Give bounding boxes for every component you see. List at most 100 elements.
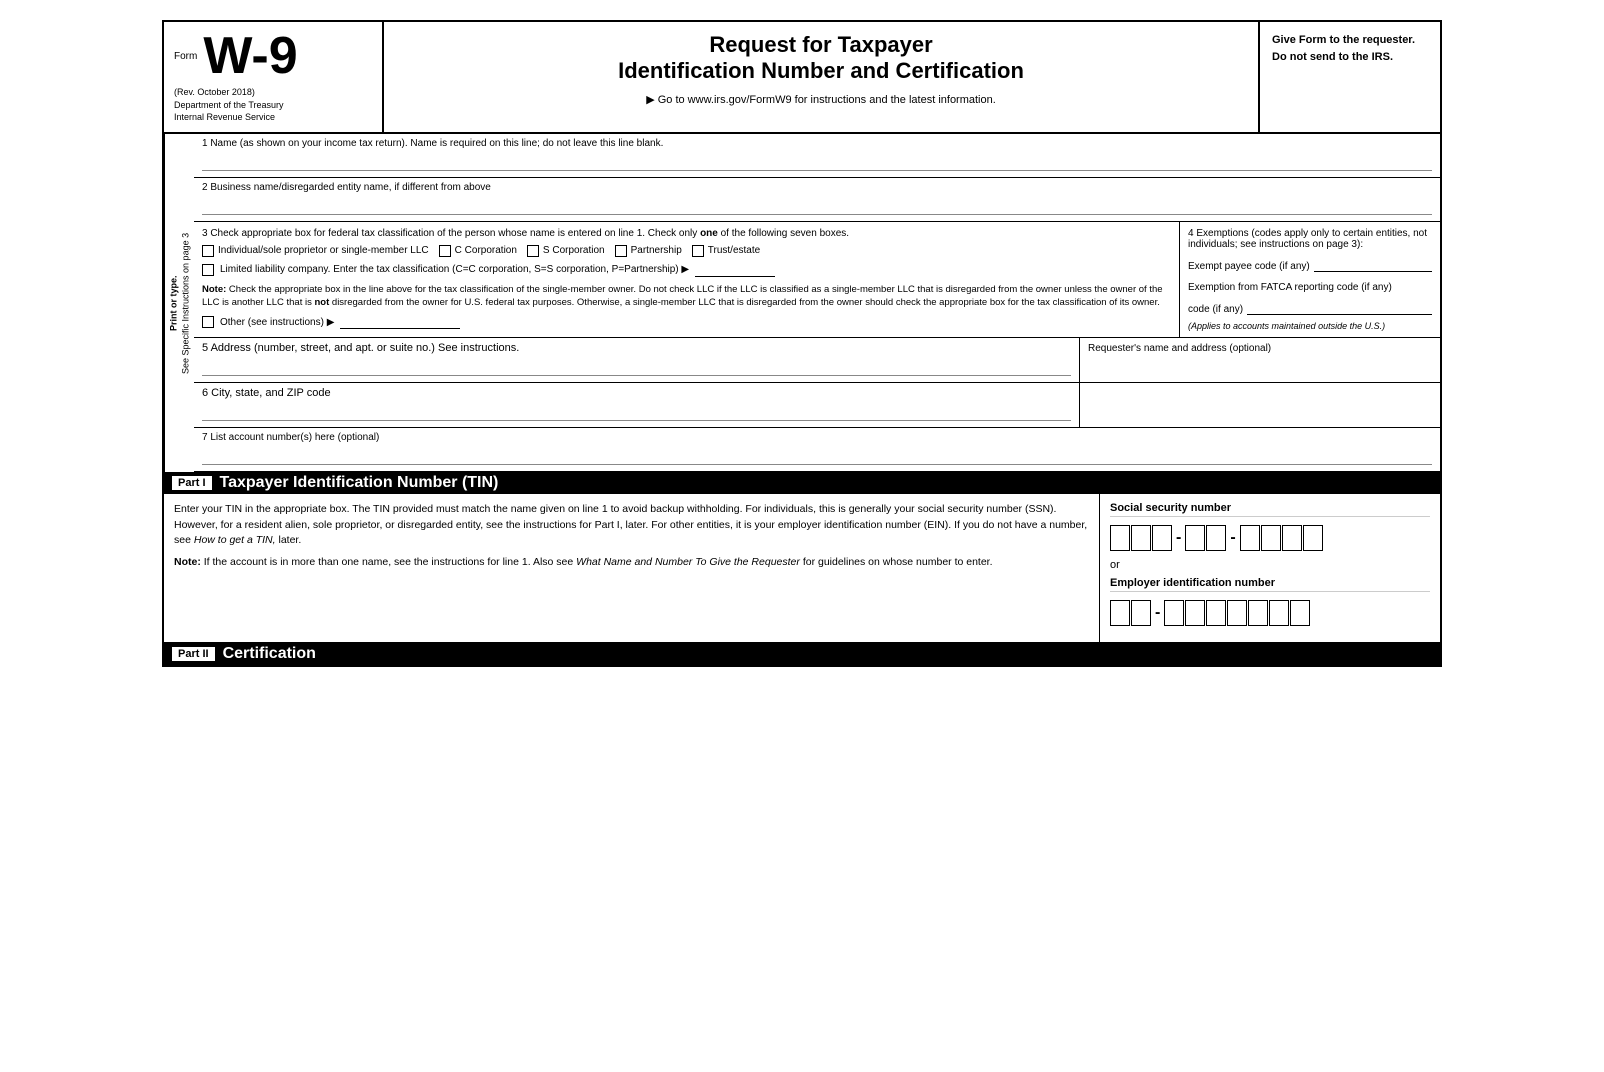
ein-digit-5[interactable]: [1206, 600, 1226, 626]
ssn-group1: [1110, 525, 1172, 551]
line1-label: 1 Name (as shown on your income tax retu…: [202, 138, 1432, 149]
header-center: Request for Taxpayer Identification Numb…: [384, 22, 1260, 132]
partnership-checkbox-box[interactable]: [615, 245, 627, 257]
llc-classification-input[interactable]: [695, 263, 775, 277]
requester-box: Requester's name and address (optional): [1080, 338, 1440, 382]
ein-digit-3[interactable]: [1164, 600, 1184, 626]
s-corp-checkbox-box[interactable]: [527, 245, 539, 257]
header-left: Form W-9 (Rev. October 2018) Department …: [164, 22, 384, 132]
exempt-payee-row: Exempt payee code (if any): [1188, 256, 1432, 272]
line2-label: 2 Business name/disregarded entity name,…: [202, 182, 1432, 193]
line5-input[interactable]: [202, 356, 1071, 376]
address6-container: 6 City, state, and ZIP code: [194, 383, 1440, 428]
header-right: Give Form to the requester. Do not send …: [1260, 22, 1440, 132]
other-checkbox-box[interactable]: [202, 316, 214, 328]
exempt-payee-label: Exempt payee code (if any): [1188, 261, 1310, 272]
ssn-digit-6[interactable]: [1240, 525, 1260, 551]
line2-row: 2 Business name/disregarded entity name,…: [194, 178, 1440, 222]
ssn-group3: [1240, 525, 1323, 551]
ein-box-container: -: [1110, 600, 1430, 626]
ein-digit-4[interactable]: [1185, 600, 1205, 626]
requester-label: Requester's name and address (optional): [1088, 343, 1271, 354]
line6-label: 6 City, state, and ZIP code: [202, 387, 331, 399]
checkbox-trust[interactable]: Trust/estate: [692, 245, 760, 257]
line1-input[interactable]: [202, 151, 1432, 171]
line6-left: 6 City, state, and ZIP code: [194, 383, 1080, 427]
individual-label: Individual/sole proprietor or single-mem…: [218, 245, 429, 256]
ssn-dash2: -: [1230, 525, 1235, 551]
ein-digit-8[interactable]: [1269, 600, 1289, 626]
line5-label: 5 Address (number, street, and apt. or s…: [202, 342, 519, 354]
line3-description: 3 Check appropriate box for federal tax …: [202, 228, 1171, 239]
main-content: 1 Name (as shown on your income tax retu…: [194, 134, 1440, 472]
form-label: Form: [174, 51, 197, 62]
part2-label: Part II: [172, 647, 215, 661]
ssn-digit-7[interactable]: [1261, 525, 1281, 551]
checkbox-c-corp[interactable]: C Corporation: [439, 245, 517, 257]
fatca-note: (Applies to accounts maintained outside …: [1188, 321, 1432, 331]
ssn-dash1: -: [1176, 525, 1181, 551]
line2-input[interactable]: [202, 195, 1432, 215]
checkbox-partnership[interactable]: Partnership: [615, 245, 682, 257]
ein-group2: [1164, 600, 1310, 626]
dept: Department of the Treasury: [174, 100, 284, 110]
ein-digit-1[interactable]: [1110, 600, 1130, 626]
part1-label: Part I: [172, 476, 212, 490]
w9-form: Form W-9 (Rev. October 2018) Department …: [162, 20, 1442, 667]
ssn-digit-3[interactable]: [1152, 525, 1172, 551]
individual-checkbox-box[interactable]: [202, 245, 214, 257]
c-corp-checkbox-box[interactable]: [439, 245, 451, 257]
address5-container: 5 Address (number, street, and apt. or s…: [194, 338, 1440, 383]
goto-text: ▶ Go to www.irs.gov/FormW9 for instructi…: [404, 93, 1238, 106]
ein-digit-2[interactable]: [1131, 600, 1151, 626]
other-input[interactable]: [340, 315, 460, 329]
note-block: Note: Check the appropriate box in the l…: [202, 283, 1171, 310]
ein-digit-9[interactable]: [1290, 600, 1310, 626]
checkbox-individual[interactable]: Individual/sole proprietor or single-mem…: [202, 245, 429, 257]
ssn-digit-5[interactable]: [1206, 525, 1226, 551]
part1-note: Note: If the account is in more than one…: [174, 555, 1089, 571]
c-corp-label: C Corporation: [455, 245, 517, 256]
note-label: Note:: [202, 284, 226, 295]
other-label: Other (see instructions) ▶: [220, 317, 334, 328]
llc-checkbox-box[interactable]: [202, 264, 214, 276]
llc-row: Limited liability company. Enter the tax…: [202, 263, 1171, 277]
form-header: Form W-9 (Rev. October 2018) Department …: [164, 22, 1440, 134]
checkbox-s-corp[interactable]: S Corporation: [527, 245, 605, 257]
line1-row: 1 Name (as shown on your income tax retu…: [194, 134, 1440, 178]
s-corp-label: S Corporation: [543, 245, 605, 256]
ssn-digit-8[interactable]: [1282, 525, 1302, 551]
side-label: Print or type. See Specific Instructions…: [164, 134, 194, 472]
or-text: or: [1110, 559, 1430, 571]
line3-left: 3 Check appropriate box for federal tax …: [194, 222, 1180, 337]
ein-digit-7[interactable]: [1248, 600, 1268, 626]
line3-container: 3 Check appropriate box for federal tax …: [194, 222, 1440, 338]
ein-group1: [1110, 600, 1151, 626]
part1-text: Enter your TIN in the appropriate box. T…: [174, 502, 1089, 549]
line7-label: 7 List account number(s) here (optional): [202, 432, 1432, 443]
ein-title: Employer identification number: [1110, 577, 1430, 592]
code-if-any: code (if any): [1188, 304, 1243, 315]
fatca-row: code (if any): [1188, 299, 1432, 315]
ssn-group2: [1185, 525, 1226, 551]
line6-input[interactable]: [202, 401, 1071, 421]
ssn-digit-2[interactable]: [1131, 525, 1151, 551]
requester-box2: [1080, 383, 1440, 427]
llc-label: Limited liability company. Enter the tax…: [220, 264, 689, 275]
ssn-title: Social security number: [1110, 502, 1430, 517]
trust-checkbox-box[interactable]: [692, 245, 704, 257]
ssn-digit-9[interactable]: [1303, 525, 1323, 551]
exemptions-panel: 4 Exemptions (codes apply only to certai…: [1180, 222, 1440, 337]
irs: Internal Revenue Service: [174, 112, 275, 122]
line7-input[interactable]: [202, 445, 1432, 465]
line5-left: 5 Address (number, street, and apt. or s…: [194, 338, 1080, 382]
trust-label: Trust/estate: [708, 245, 760, 256]
ein-dash: -: [1155, 600, 1160, 626]
ssn-digit-1[interactable]: [1110, 525, 1130, 551]
tax-classification-row: Individual/sole proprietor or single-mem…: [202, 245, 1171, 257]
fatca-label: Exemption from FATCA reporting code (if …: [1188, 282, 1432, 293]
ssn-digit-4[interactable]: [1185, 525, 1205, 551]
line7-row: 7 List account number(s) here (optional): [194, 428, 1440, 472]
part1-left: Enter your TIN in the appropriate box. T…: [164, 494, 1100, 642]
ein-digit-6[interactable]: [1227, 600, 1247, 626]
